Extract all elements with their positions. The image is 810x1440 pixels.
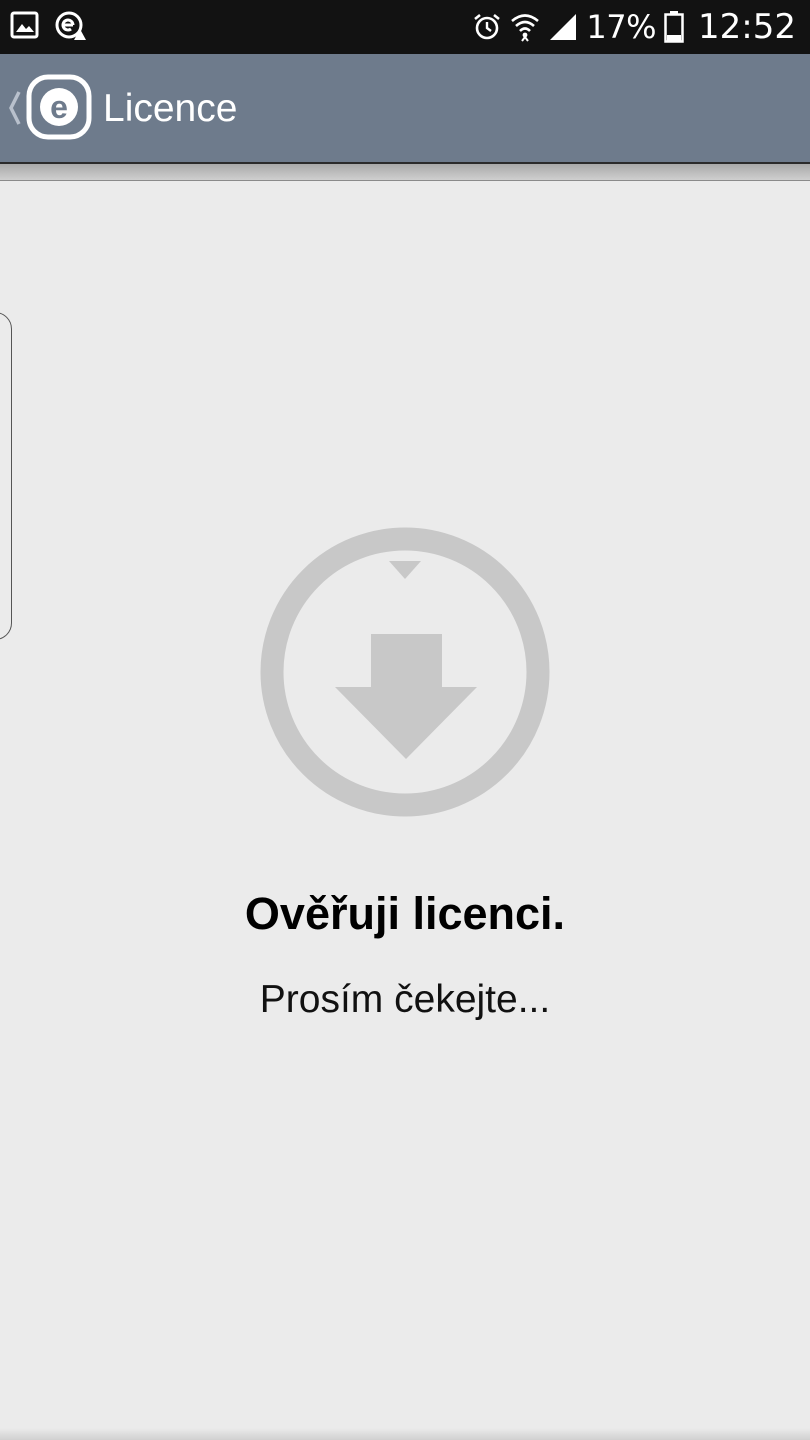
alarm-icon bbox=[472, 12, 502, 42]
notification-icons bbox=[10, 10, 86, 42]
svg-text:e: e bbox=[50, 89, 68, 125]
status-bar: 17% 12:52 bbox=[0, 0, 810, 54]
clock: 12:52 bbox=[698, 7, 796, 47]
action-bar: e Licence bbox=[0, 54, 810, 164]
verification-subtitle: Prosím čekejte... bbox=[259, 978, 551, 1021]
action-bar-shadow bbox=[0, 164, 810, 181]
battery-icon bbox=[664, 11, 684, 43]
up-navigation-button[interactable]: e bbox=[0, 54, 100, 162]
eset-alert-icon bbox=[54, 10, 86, 42]
page-title: Licence bbox=[103, 87, 238, 130]
verification-title: Ověřuji licenci. bbox=[244, 888, 566, 939]
drawer-handle[interactable] bbox=[0, 312, 12, 640]
eset-logo-icon: e bbox=[26, 74, 92, 140]
wifi-icon bbox=[510, 11, 540, 43]
download-arrow-icon bbox=[260, 527, 550, 817]
bottom-shadow bbox=[0, 1428, 810, 1440]
gallery-icon bbox=[10, 10, 40, 42]
chevron-left-icon bbox=[6, 88, 24, 133]
signal-icon bbox=[548, 12, 578, 42]
system-status-icons: 17% 12:52 bbox=[472, 0, 796, 54]
battery-percent: 17% bbox=[586, 8, 657, 46]
